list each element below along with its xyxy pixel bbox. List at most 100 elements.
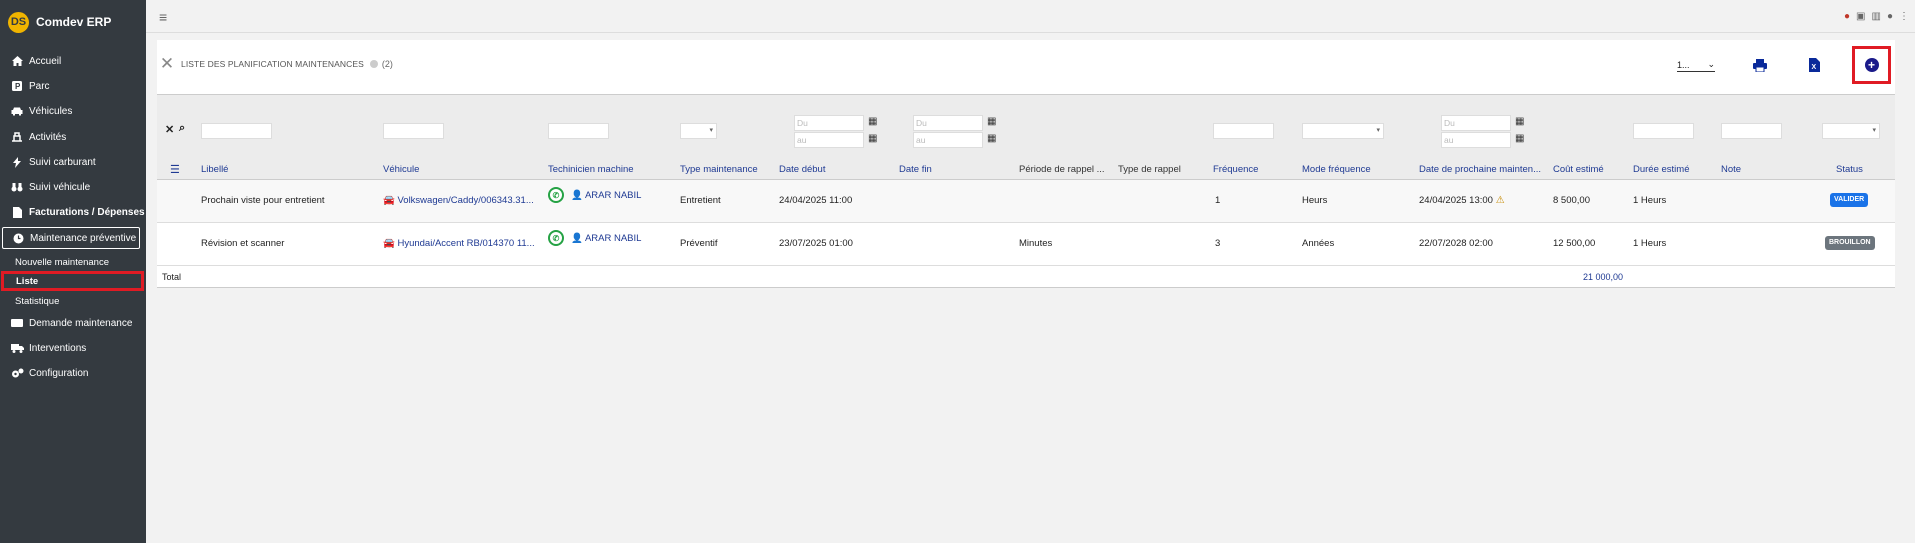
calendar-icon[interactable]: ▦ — [987, 116, 996, 127]
calendar-icon[interactable]: ▦ — [1515, 116, 1524, 127]
column-header[interactable]: Période de rappel ... — [1019, 164, 1105, 175]
column-header[interactable]: Techinicien machine — [548, 164, 634, 175]
car-icon: 🚘 — [383, 195, 398, 206]
tools-icon: ✕ — [159, 54, 175, 73]
filter-date-debut-from[interactable]: Du — [794, 115, 864, 131]
whatsapp-icon[interactable]: ✆ — [548, 230, 564, 246]
filter-type-select[interactable] — [680, 123, 717, 139]
column-header[interactable]: Coût estimé — [1553, 164, 1604, 175]
topbar-right-icons: ● ▣ ▥ ● ⋮ — [1844, 11, 1909, 22]
table-row[interactable]: Révision et scanner 🚘 Hyundai/Accent RB/… — [157, 223, 1895, 266]
excel-icon: X — [1808, 58, 1820, 72]
sidebar-item-interventions[interactable]: Interventions — [0, 338, 146, 358]
trash-icon[interactable]: ▥ — [1872, 11, 1881, 22]
car-icon — [10, 107, 24, 116]
column-header[interactable]: Date fin — [899, 164, 932, 175]
home-icon — [10, 56, 24, 66]
column-header[interactable]: Libellé — [201, 164, 228, 175]
filter-note-input[interactable] — [1721, 123, 1782, 139]
column-header[interactable]: Type maintenance — [680, 164, 758, 175]
export-excel-button[interactable]: X — [1803, 54, 1825, 76]
sidebar-item-configuration[interactable]: Configuration — [0, 363, 146, 383]
sidebar-item-label: Suivi carburant — [29, 156, 96, 168]
column-header[interactable]: Status — [1836, 164, 1863, 175]
cell-frequence: 3 — [1215, 238, 1221, 249]
sidebar-item-maintenance-preventive[interactable]: Maintenance préventive — [2, 227, 140, 249]
brand-name: Comdev ERP — [36, 15, 112, 29]
sidebar-subitem-liste[interactable]: Liste — [1, 271, 144, 291]
search-icon[interactable]: ⌕ — [179, 122, 185, 135]
sidebar-item-label: Demande maintenance — [29, 317, 133, 329]
column-header[interactable]: Type de rappel — [1118, 164, 1181, 175]
filter-duree-input[interactable] — [1633, 123, 1694, 139]
filter-prochaine-from[interactable]: Du — [1441, 115, 1511, 131]
sidebar-item-facturations[interactable]: Facturations / Dépenses — [0, 202, 146, 222]
total-row: Total 21 000,00 — [157, 266, 1895, 288]
activity-icon — [10, 132, 24, 142]
calendar-icon[interactable]: ▦ — [1515, 133, 1524, 144]
sidebar-subitem-label: Liste — [16, 275, 39, 287]
sidebar-item-parc[interactable]: P Parc — [0, 76, 146, 96]
filter-mode-frequence-select[interactable] — [1302, 123, 1384, 139]
table-row[interactable]: Prochain viste pour entretient 🚘 Volkswa… — [157, 180, 1895, 223]
calendar-icon[interactable]: ▦ — [868, 116, 877, 127]
user-avatar-icon[interactable]: ● — [1887, 11, 1893, 22]
cell-technicien[interactable]: 👤 ARAR NABIL — [571, 190, 641, 201]
car-alert-icon[interactable]: ● — [1844, 11, 1850, 22]
sidebar-item-activites[interactable]: Activités — [0, 127, 146, 147]
clear-filter-icon[interactable]: ✕ — [165, 123, 174, 136]
sidebar-item-accueil[interactable]: Accueil — [0, 51, 146, 71]
sidebar-item-suivi-vehicule[interactable]: Suivi véhicule — [0, 177, 146, 197]
brand-logo-icon: DS — [8, 11, 29, 33]
more-options-icon[interactable]: ⋮ — [1899, 11, 1909, 22]
column-header[interactable]: Date de prochaine mainten... — [1419, 164, 1541, 175]
column-header[interactable]: Date début — [779, 164, 825, 175]
calendar-icon[interactable]: ▦ — [868, 133, 877, 144]
filter-status-select[interactable] — [1822, 123, 1880, 139]
column-header[interactable]: Véhicule — [383, 164, 419, 175]
column-header[interactable]: Durée estimé — [1633, 164, 1690, 175]
filter-date-fin-to[interactable]: au — [913, 132, 983, 148]
calendar-icon[interactable]: ▦ — [987, 133, 996, 144]
filter-date-debut-to[interactable]: au — [794, 132, 864, 148]
info-icon[interactable] — [369, 60, 378, 68]
sidebar-item-label: Véhicules — [29, 105, 73, 117]
whatsapp-icon[interactable]: ✆ — [548, 187, 564, 203]
filter-technicien-input[interactable] — [548, 123, 609, 139]
cell-date-debut: 23/07/2025 01:00 — [779, 238, 853, 249]
brand[interactable]: DS Comdev ERP — [8, 11, 111, 33]
hamburger-menu-icon[interactable]: ≡ — [159, 9, 167, 25]
filter-vehicule-input[interactable] — [383, 123, 444, 139]
parking-icon: P — [10, 81, 24, 91]
add-icon[interactable]: + — [1864, 58, 1879, 72]
column-header[interactable]: Note — [1721, 164, 1741, 175]
sidebar-item-label: Activités — [29, 131, 67, 143]
column-chooser-icon[interactable]: ☰ — [170, 163, 180, 176]
column-header[interactable]: Fréquence — [1213, 164, 1258, 175]
sidebar-item-suivi-carburant[interactable]: Suivi carburant — [0, 152, 146, 172]
vehicule-link[interactable]: Volkswagen/Caddy/006343.31... — [397, 195, 533, 206]
sidebar-item-vehicules[interactable]: Véhicules — [0, 101, 146, 121]
cell-technicien[interactable]: 👤 ARAR NABIL — [571, 233, 641, 244]
page-size-select[interactable]: 1... ⌄ — [1677, 58, 1715, 72]
svg-text:X: X — [1811, 64, 1816, 71]
cell-duree: 1 Heurs — [1633, 195, 1667, 206]
sidebar-item-demande-maintenance[interactable]: Demande maintenance — [0, 313, 146, 333]
column-header[interactable]: Mode fréquence — [1302, 164, 1371, 175]
filter-prochaine-to[interactable]: au — [1441, 132, 1511, 148]
chat-icon[interactable]: ▣ — [1856, 11, 1865, 22]
filter-date-fin-from[interactable]: Du — [913, 115, 983, 131]
sidebar-item-label: Accueil — [29, 55, 62, 67]
print-button[interactable] — [1749, 54, 1771, 76]
cell-vehicule[interactable]: 🚘 Hyundai/Accent RB/014370 11... — [383, 238, 535, 249]
cell-vehicule[interactable]: 🚘 Volkswagen/Caddy/006343.31... — [383, 195, 534, 206]
sidebar-subitem-statistique[interactable]: Statistique — [0, 293, 146, 309]
vehicule-link[interactable]: Hyundai/Accent RB/014370 11... — [397, 238, 534, 249]
filter-libelle-input[interactable] — [201, 123, 272, 139]
sidebar-subitem-nouvelle-maintenance[interactable]: Nouvelle maintenance — [0, 254, 146, 270]
cell-cout: 8 500,00 — [1553, 195, 1590, 206]
filter-frequence-input[interactable] — [1213, 123, 1274, 139]
svg-text:P: P — [15, 82, 21, 91]
cell-libelle: Prochain viste pour entretient — [201, 195, 325, 206]
print-icon — [1753, 58, 1767, 72]
